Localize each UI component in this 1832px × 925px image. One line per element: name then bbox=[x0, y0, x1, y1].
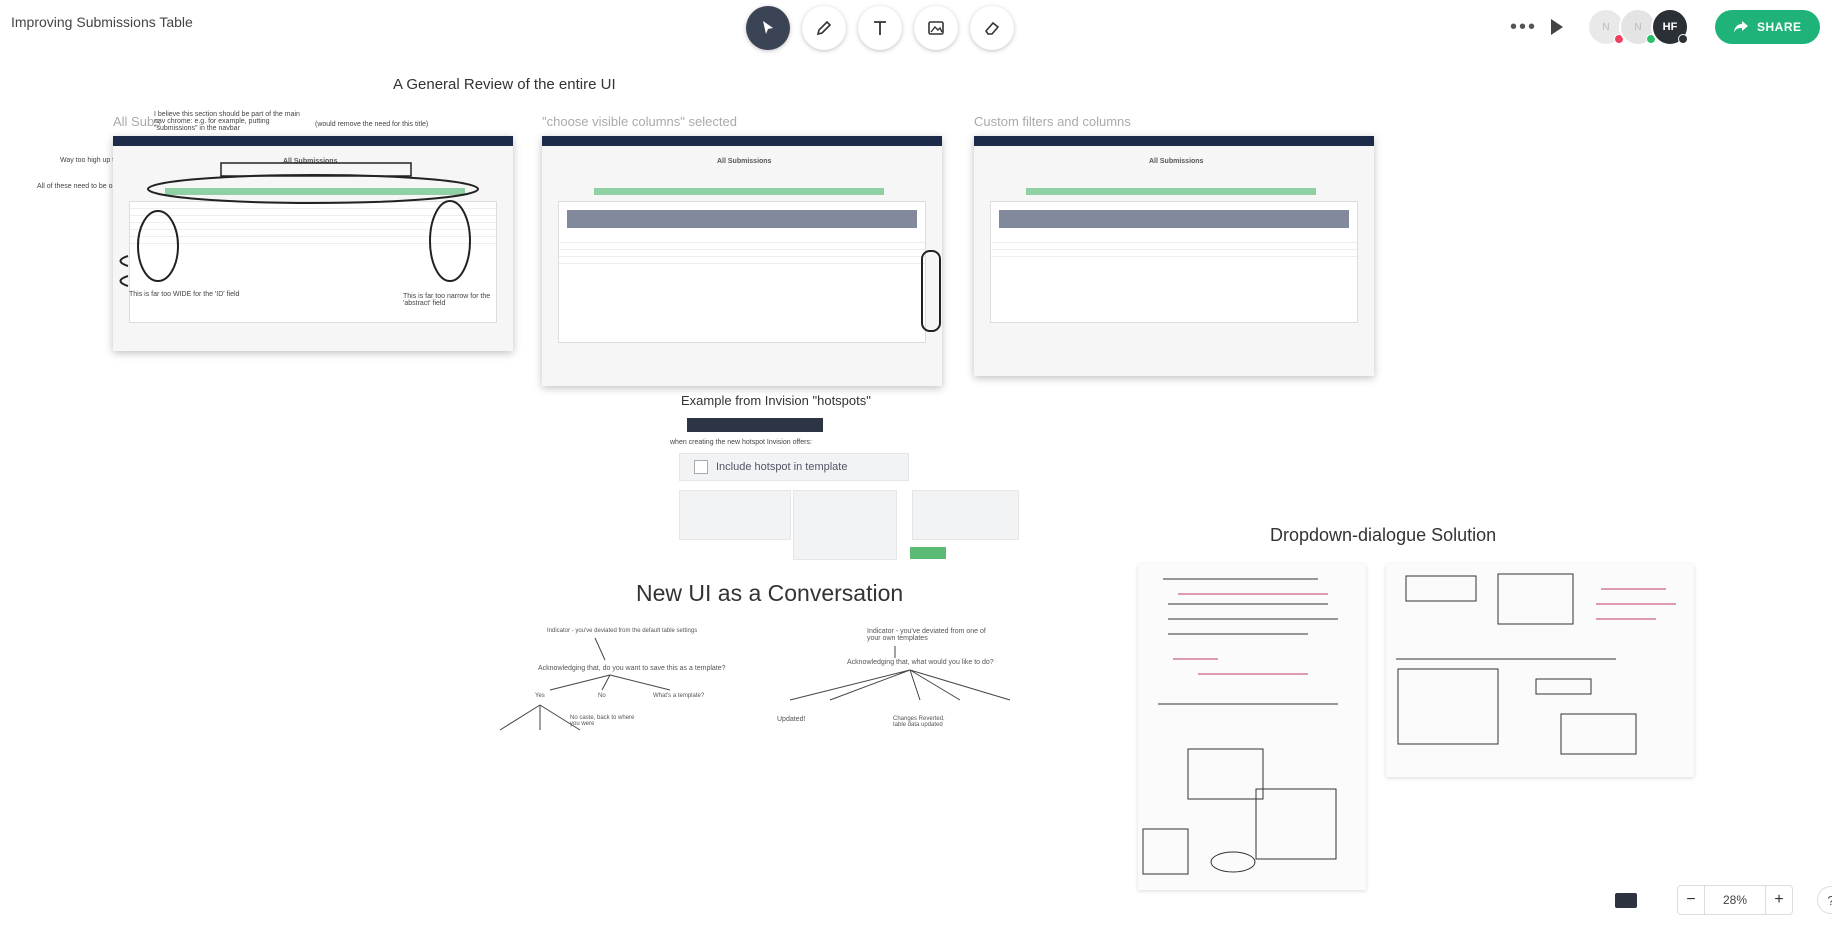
handwritten-sketch bbox=[1142, 578, 1338, 875]
zoom-level[interactable]: 28% bbox=[1704, 886, 1766, 914]
text-icon bbox=[874, 21, 886, 35]
invision-note: when creating the new hotspot Invision o… bbox=[670, 439, 812, 446]
handwritten-sketch bbox=[1396, 573, 1676, 755]
collaborator-avatars: N N HF bbox=[1587, 8, 1690, 46]
eraser-icon bbox=[984, 21, 1000, 35]
annotation-note: This is far too narrow for the 'abstract… bbox=[403, 293, 491, 307]
include-hotspot-checkbox[interactable] bbox=[694, 460, 708, 474]
table-row bbox=[991, 243, 1357, 250]
more-options-button[interactable]: ••• bbox=[1510, 16, 1537, 39]
ink-annotations bbox=[119, 162, 479, 287]
screenshot-custom-filters[interactable]: All Submissions bbox=[974, 136, 1374, 376]
diagram-arrows bbox=[499, 637, 1011, 731]
frame-label-custom-filters: Custom filters and columns bbox=[974, 114, 1131, 129]
cursor-icon bbox=[763, 21, 773, 34]
frame-label-invision: Example from Invision "hotspots" bbox=[681, 393, 871, 408]
zoom-in-button[interactable]: + bbox=[1766, 886, 1792, 914]
frame-label-new-ui: New UI as a Conversation bbox=[636, 580, 904, 606]
screenshot-choose-visible-columns[interactable]: All Submissions bbox=[542, 136, 942, 386]
text-tool-button[interactable] bbox=[858, 6, 902, 50]
frame-label-choose-visible: "choose visible columns" selected bbox=[542, 114, 737, 129]
nav-bar bbox=[974, 136, 1374, 146]
sketch-image[interactable] bbox=[1138, 564, 1366, 890]
column-chooser bbox=[999, 210, 1349, 228]
select-tool-button[interactable] bbox=[746, 6, 790, 50]
save-button-mock bbox=[910, 547, 946, 559]
conversation-diagram: Indicator - you've deviated from the def… bbox=[480, 620, 1100, 790]
zoom-out-button[interactable]: − bbox=[1678, 886, 1704, 914]
action-buttons bbox=[1026, 188, 1316, 195]
header-controls: ••• N N HF SHARE bbox=[1510, 8, 1820, 46]
hotspot-option[interactable]: Include hotspot in template bbox=[679, 453, 909, 481]
share-icon bbox=[1734, 21, 1749, 33]
hotspot-variant bbox=[793, 490, 897, 560]
annotation-note: (would remove the need for this title) bbox=[315, 121, 429, 128]
drawing-toolbar bbox=[746, 6, 1014, 50]
pen-tool-button[interactable] bbox=[802, 6, 846, 50]
submissions-table bbox=[990, 201, 1358, 323]
annotation-note: I believe this section should be part of… bbox=[154, 111, 300, 132]
document-title: Improving Submissions Table bbox=[11, 14, 193, 30]
pencil-icon bbox=[816, 20, 832, 36]
hotspot-banner bbox=[687, 418, 823, 432]
keyboard-icon[interactable] bbox=[1615, 892, 1637, 908]
include-hotspot-label: Include hotspot in template bbox=[716, 461, 848, 473]
frame-label-general-review: A General Review of the entire UI bbox=[393, 76, 616, 93]
share-button[interactable]: SHARE bbox=[1715, 10, 1820, 44]
table-row bbox=[991, 250, 1357, 257]
hotspot-variant bbox=[912, 490, 1019, 540]
page-title: All Submissions bbox=[1149, 158, 1204, 165]
annotation-note: This is far too WIDE for the 'ID' field bbox=[129, 291, 240, 298]
hotspot-variant bbox=[679, 490, 791, 540]
screenshot-all-submissions[interactable]: All Submissions This is far too WIDE for… bbox=[113, 136, 513, 351]
sketch-image[interactable] bbox=[1386, 564, 1694, 777]
play-icon[interactable] bbox=[1551, 19, 1564, 35]
ink-annotations bbox=[921, 250, 941, 332]
table-row bbox=[991, 236, 1357, 243]
frame-label-dropdown-solution: Dropdown-dialogue Solution bbox=[1270, 525, 1497, 545]
zoom-control: − 28% + bbox=[1677, 885, 1793, 915]
image-tool-button[interactable] bbox=[914, 6, 958, 50]
avatar[interactable]: HF bbox=[1651, 8, 1690, 46]
eraser-tool-button[interactable] bbox=[970, 6, 1014, 50]
bottom-controls: − 28% + ? bbox=[1615, 885, 1832, 915]
help-button[interactable]: ? bbox=[1817, 886, 1832, 914]
image-icon bbox=[928, 21, 944, 35]
